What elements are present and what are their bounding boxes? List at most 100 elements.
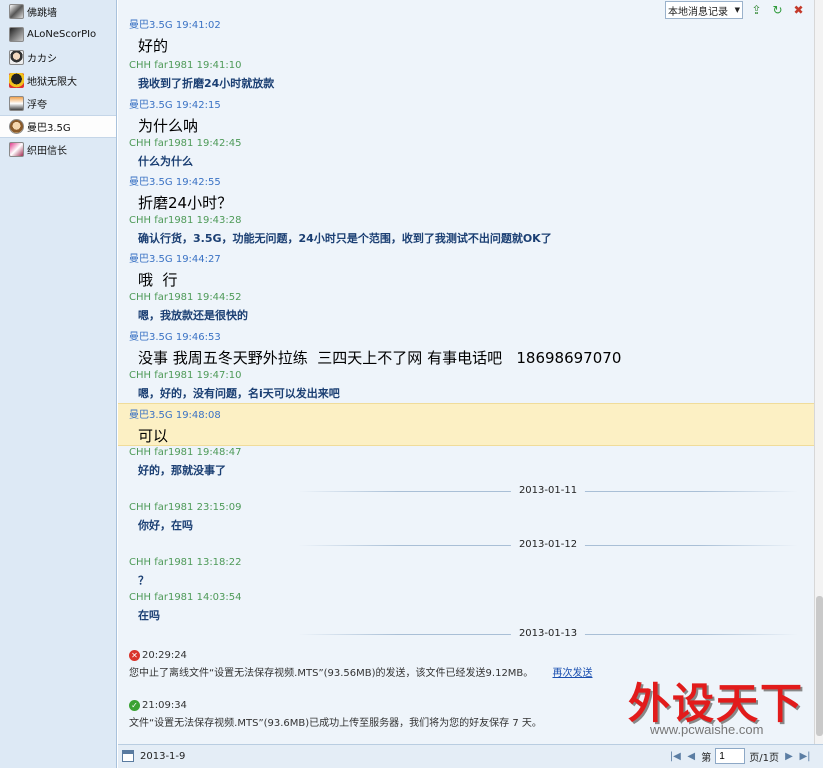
notice-body: 您中止了离线文件“设置无法保存视频.MTS”(93.56MB)的发送，该文件已经…: [129, 664, 592, 679]
page-prefix: 第: [701, 752, 712, 764]
contact-name: 织田信长: [27, 146, 67, 157]
avatar: [9, 50, 24, 65]
pager: |◀ ◀ 第 页/1页 ▶ ▶|: [669, 748, 811, 764]
contact-name: カカシ: [27, 54, 57, 65]
system-notice-error: ✕ 20:29:24 您中止了离线文件“设置无法保存视频.MTS”(93.56M…: [129, 650, 592, 679]
message-text: 确认行货，3.5G，功能无问题，24小时只是个范围，收到了我测试不出问题就OK了: [138, 232, 552, 245]
contact-item-selected[interactable]: 曼巴3.5G: [0, 115, 116, 138]
contact-name: 地狱无限大: [27, 77, 77, 88]
record-source-value: 本地消息记录: [668, 6, 728, 18]
chevron-down-icon: ▼: [734, 6, 740, 14]
chat-message: CHH far1981 19:41:10 我收到了折磨24小时就放款: [129, 60, 814, 91]
chat-message: 曼巴3.5G 19:42:15 为什么呐: [129, 96, 814, 136]
chat-message: CHH far1981 19:44:52 嗯，我放款还是很快的: [129, 292, 814, 323]
site-watermark: 外设天下 www.pcwaishe.com: [628, 670, 818, 744]
date-label: 2013-01-11: [510, 485, 586, 496]
message-sender: CHH far1981 19:42:45: [129, 138, 242, 149]
contact-name: 曼巴3.5G: [27, 123, 71, 134]
page-suffix: 页/1页: [749, 752, 779, 764]
calendar-icon[interactable]: [122, 750, 134, 762]
notice-time-row: ✕ 20:29:24: [129, 650, 592, 661]
avatar: [9, 119, 24, 134]
avatar: [9, 96, 24, 111]
chat-history: 本地消息记录 ▼ ⇪ ↻ ✖ 曼巴3.5G 19:41:02 好的 CHH fa…: [118, 0, 814, 744]
message-sender: CHH far1981 19:47:10: [129, 370, 242, 381]
contact-item[interactable]: 织田信长: [0, 138, 116, 161]
contact-name: 佛跳墙: [27, 8, 57, 19]
message-sender: CHH far1981 19:43:28: [129, 215, 242, 226]
chat-message: CHH far1981 19:48:47 好的，那就没事了: [129, 447, 814, 478]
history-date[interactable]: 2013-1-9: [140, 751, 185, 762]
system-notice-success: ✓ 21:09:34 文件“设置无法保存视频.MTS”(93.6MB)已成功上传…: [129, 700, 542, 729]
chat-message: CHH far1981 13:18:22 ？: [129, 557, 814, 588]
export-icon[interactable]: ⇪: [749, 3, 764, 18]
contact-item[interactable]: カカシ: [0, 46, 116, 69]
notice-time: 20:29:24: [142, 650, 187, 661]
message-text: ？: [138, 574, 149, 587]
page-number-input[interactable]: [715, 748, 746, 764]
message-sender: CHH far1981 19:48:47: [129, 447, 242, 458]
message-text: 折磨24小时？: [138, 194, 233, 212]
error-icon: ✕: [129, 650, 140, 661]
date-separator: 2013-01-12: [298, 539, 798, 551]
notice-time: 21:09:34: [142, 700, 187, 711]
first-page-icon[interactable]: |◀: [669, 751, 681, 762]
chat-message: 曼巴3.5G 19:46:53 没事 我周五冬天野外拉练 三四天上不了网 有事电…: [129, 328, 814, 368]
message-text: 哦 行: [138, 271, 178, 289]
message-text: 好的: [138, 37, 169, 55]
message-sender: 曼巴3.5G 19:48:08: [129, 410, 221, 421]
date-separator: 2013-01-13: [298, 628, 798, 640]
notice-time-row: ✓ 21:09:34: [129, 700, 542, 711]
message-text: 为什么呐: [138, 117, 199, 135]
resend-link[interactable]: 再次发送: [552, 668, 592, 679]
history-pager-bar: 2013-1-9 |◀ ◀ 第 页/1页 ▶ ▶|: [118, 744, 823, 768]
chat-message: CHH far1981 19:43:28 确认行货，3.5G，功能无问题，24小…: [129, 215, 814, 246]
watermark-url: www.pcwaishe.com: [650, 722, 764, 737]
chat-message: 曼巴3.5G 19:42:55 折磨24小时？: [129, 173, 814, 213]
message-text: 在吗: [138, 609, 160, 622]
record-source-select[interactable]: 本地消息记录 ▼: [665, 1, 743, 19]
avatar: [9, 4, 24, 19]
contact-name: 浮夸: [27, 100, 47, 111]
avatar: [9, 27, 24, 42]
close-icon[interactable]: ✖: [791, 3, 806, 18]
date-separator: 2013-01-11: [298, 485, 798, 497]
message-text: 你好，在吗: [138, 519, 193, 532]
check-icon: ✓: [129, 700, 140, 711]
notice-text: 您中止了离线文件“设置无法保存视频.MTS”(93.56MB)的发送，该文件已经…: [129, 668, 534, 679]
message-sender: CHH far1981 23:15:09: [129, 502, 242, 513]
date-label: 2013-01-13: [510, 628, 586, 639]
contact-sidebar: 佛跳墙 ALoNeScorPIo カカシ 地狱无限大 浮夸 曼巴3.5G 织田信…: [0, 0, 117, 768]
chat-message: 曼巴3.5G 19:44:27 哦 行: [129, 250, 814, 290]
avatar: [9, 142, 24, 157]
message-sender: 曼巴3.5G 19:46:53: [129, 332, 221, 343]
message-text: 好的，那就没事了: [138, 464, 226, 477]
next-page-icon[interactable]: ▶: [783, 751, 795, 762]
chat-message: CHH far1981 14:03:54 在吗: [129, 592, 814, 623]
contact-item[interactable]: 浮夸: [0, 92, 116, 115]
chat-message: CHH far1981 19:47:10 嗯，好的，没有问题，名i天可以发出来吧: [129, 370, 814, 401]
contact-item[interactable]: ALoNeScorPIo: [0, 23, 116, 46]
message-sender: 曼巴3.5G 19:44:27: [129, 254, 221, 265]
chat-message-highlighted: 曼巴3.5G 19:48:08 可以: [118, 403, 814, 446]
message-text: 可以: [138, 427, 169, 445]
chat-message: CHH far1981 23:15:09 你好，在吗: [129, 502, 814, 533]
message-text: 我收到了折磨24小时就放款: [138, 77, 275, 90]
chat-message: CHH far1981 19:42:45 什么为什么: [129, 138, 814, 169]
prev-page-icon[interactable]: ◀: [685, 751, 697, 762]
avatar: [9, 73, 24, 88]
history-toolbar: 本地消息记录 ▼ ⇪ ↻ ✖: [665, 0, 806, 20]
date-label: 2013-01-12: [510, 539, 586, 550]
contact-item[interactable]: 地狱无限大: [0, 69, 116, 92]
message-sender: CHH far1981 13:18:22: [129, 557, 242, 568]
message-text: 什么为什么: [138, 155, 193, 168]
message-text: 嗯，好的，没有问题，名i天可以发出来吧: [138, 387, 340, 400]
message-sender: CHH far1981 19:41:10: [129, 60, 242, 71]
last-page-icon[interactable]: ▶|: [799, 751, 811, 762]
contact-name: ALoNeScorPIo: [27, 29, 97, 40]
chat-message: 曼巴3.5G 19:41:02 好的: [129, 16, 814, 56]
contact-item[interactable]: 佛跳墙: [0, 0, 116, 23]
notice-text: 文件“设置无法保存视频.MTS”(93.6MB)已成功上传至服务器，我们将为您的…: [129, 718, 542, 729]
vertical-scrollbar[interactable]: [814, 0, 823, 744]
refresh-icon[interactable]: ↻: [770, 3, 785, 18]
